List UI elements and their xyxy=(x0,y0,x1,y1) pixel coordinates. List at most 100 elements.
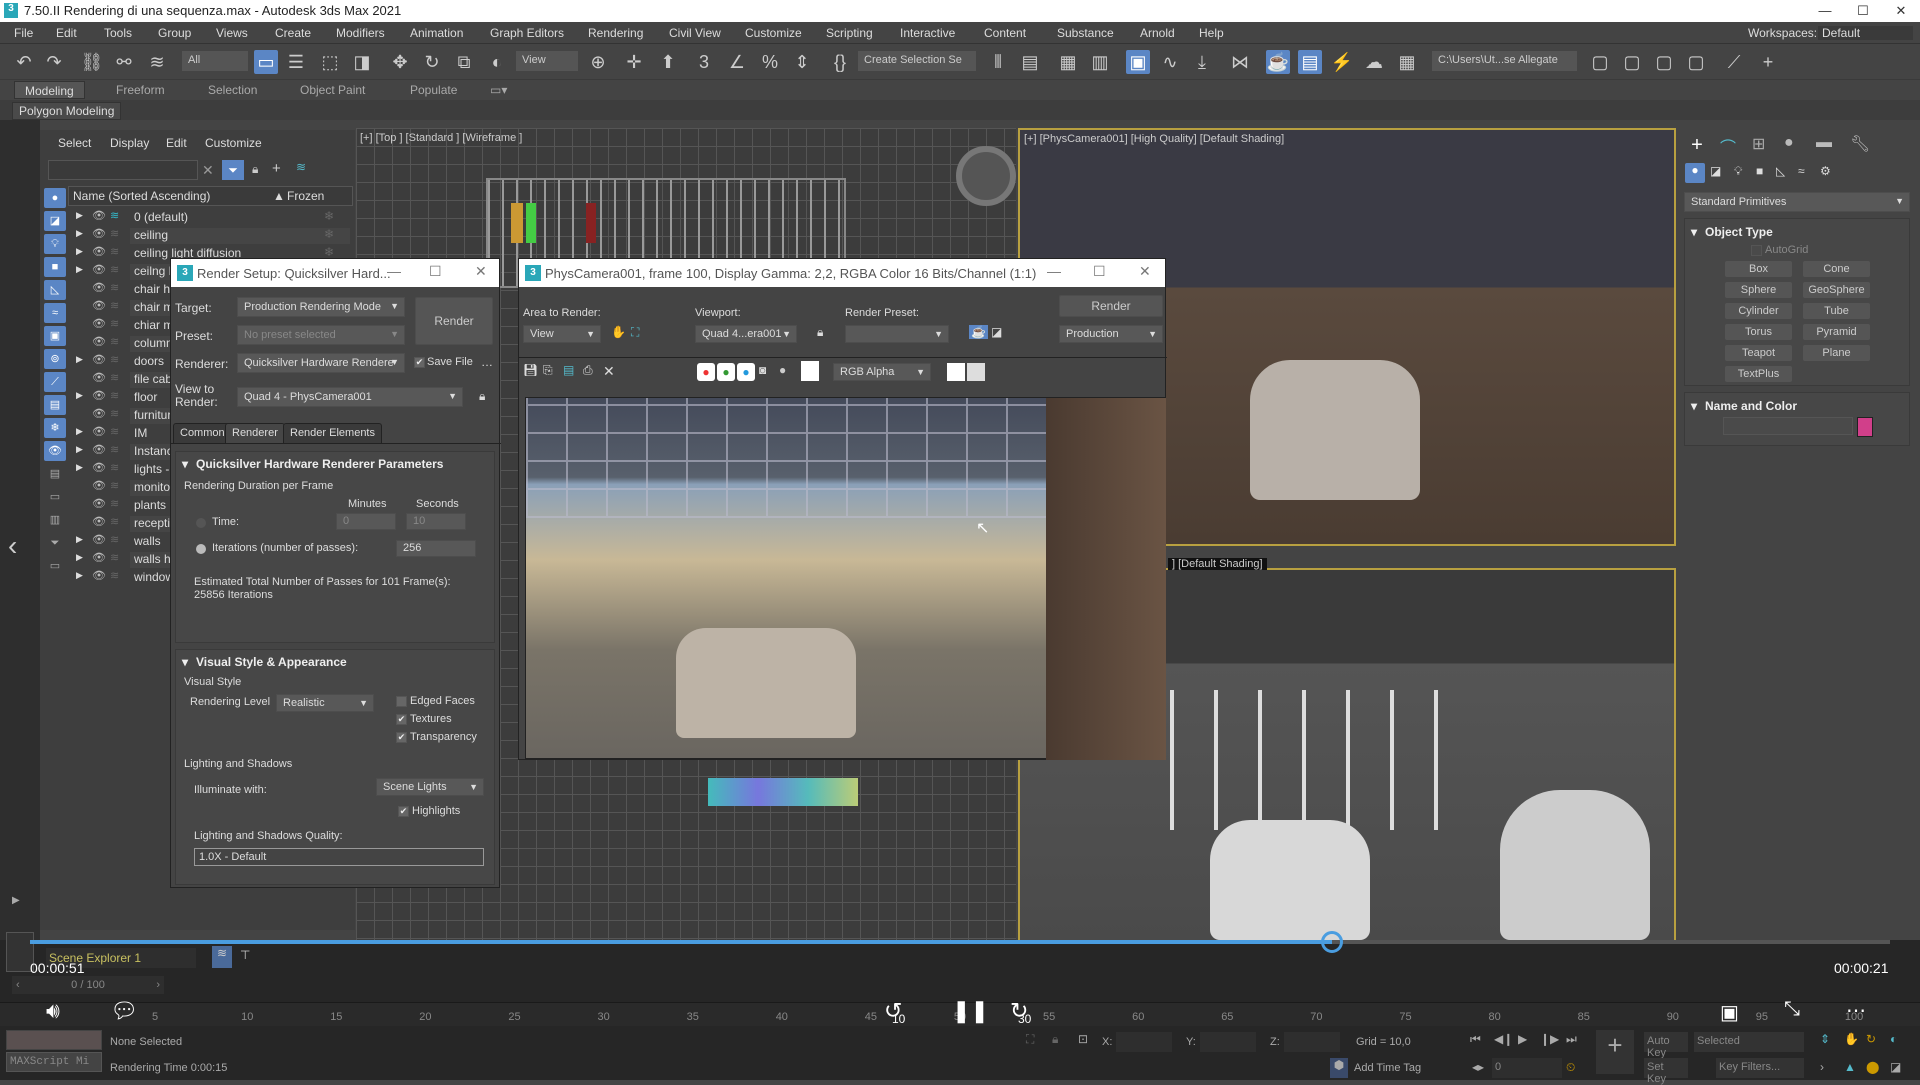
render-shortcuts-icon[interactable]: ▦ xyxy=(1395,50,1419,74)
orbit-icon[interactable]: ↻ xyxy=(1866,1032,1876,1046)
textures-checkbox[interactable]: ✔ xyxy=(396,714,407,725)
visibility-eye-icon[interactable]: 👁︎ xyxy=(92,425,106,438)
toggle-ui-icon[interactable] xyxy=(967,363,985,381)
redo-icon[interactable]: ↷ xyxy=(42,50,66,74)
visibility-eye-icon[interactable]: 👁︎ xyxy=(92,209,106,222)
display-cameras-icon[interactable]: ■ xyxy=(44,257,66,277)
link-icon[interactable]: ⛓ xyxy=(80,50,104,74)
layer-mode-icon[interactable]: ≋ xyxy=(212,946,232,968)
save-image-icon[interactable]: 💾︎ xyxy=(523,363,538,377)
blue-channel-toggle[interactable]: ● xyxy=(737,363,755,381)
expand-arrow-icon[interactable]: ▶ xyxy=(76,552,83,563)
helpers-category-icon[interactable]: ◺ xyxy=(1776,164,1785,178)
visibility-eye-icon[interactable]: 👁︎ xyxy=(92,299,106,312)
primitive-button-geosphere[interactable]: GeoSphere xyxy=(1803,282,1870,298)
scene-search-input[interactable] xyxy=(48,160,198,180)
primitive-button-textplus[interactable]: TextPlus xyxy=(1725,366,1792,382)
visibility-eye-icon[interactable]: 👁︎ xyxy=(92,551,106,564)
render-production-icon[interactable]: ⚡ xyxy=(1330,50,1354,74)
time-radio[interactable] xyxy=(196,518,206,528)
column-frozen[interactable]: Frozen xyxy=(287,189,324,203)
menu-help[interactable]: Help xyxy=(1199,26,1224,40)
maximize-button[interactable]: ☐ xyxy=(1093,263,1106,280)
display-bones-icon[interactable]: ⟋ xyxy=(44,372,66,392)
frozen-icon[interactable]: ❄ xyxy=(324,245,334,259)
expand-arrow-icon[interactable]: ▶ xyxy=(76,390,83,401)
curve-editor-icon[interactable]: ∿ xyxy=(1158,50,1182,74)
edged-faces-checkbox[interactable] xyxy=(396,696,407,707)
move-icon[interactable]: ✥ xyxy=(388,50,412,74)
project-folder-dropdown[interactable]: C:\Users\Ut...se Allegate xyxy=(1432,51,1577,71)
lock-icon[interactable]: 🔒︎ xyxy=(252,162,258,177)
ribbon-tab-populate[interactable]: Populate xyxy=(410,83,457,97)
go-to-end-icon[interactable]: ⏭ xyxy=(1566,1032,1577,1047)
expand-arrow-icon[interactable]: ▶ xyxy=(76,354,83,365)
ribbon-tab-selection[interactable]: Selection xyxy=(208,83,257,97)
rollout-toggle[interactable]: ▾ xyxy=(182,457,188,471)
select-object-icon[interactable]: ▭ xyxy=(254,50,278,74)
primitive-button-plane[interactable]: Plane xyxy=(1803,345,1870,361)
modify-tab-icon[interactable]: ⌒ xyxy=(1720,134,1736,158)
iterations-radio[interactable] xyxy=(196,544,206,554)
toggle-ui-overlay-icon[interactable] xyxy=(947,363,965,381)
menu-civil-view[interactable]: Civil View xyxy=(669,26,721,40)
named-selection-dropdown[interactable]: Create Selection Se xyxy=(858,51,976,71)
captions-icon[interactable]: 💬︎ xyxy=(110,998,138,1024)
visibility-eye-icon[interactable]: 👁︎ xyxy=(92,461,106,474)
params-title[interactable]: Quicksilver Hardware Renderer Parameters xyxy=(196,457,443,471)
visibility-eye-icon[interactable]: 👁︎ xyxy=(92,245,106,258)
alpha-channel-toggle[interactable]: ◙ xyxy=(759,363,766,377)
mirror-icon[interactable]: ⫴ xyxy=(986,50,1010,74)
edit-named-selection-icon[interactable]: {} xyxy=(828,50,852,74)
rectangular-selection-icon[interactable]: ⬚ xyxy=(318,50,342,74)
utilities-tab-icon[interactable]: 🔧︎ xyxy=(1850,134,1870,154)
maximize-viewport-icon[interactable]: ◪ xyxy=(1890,1060,1901,1074)
folder-icon[interactable]: ▭ xyxy=(44,556,66,576)
rollout-toggle[interactable]: ▾ xyxy=(182,655,188,669)
expand-arrow-icon[interactable]: ▶ xyxy=(76,246,83,257)
scale-icon[interactable]: ⧉ xyxy=(452,50,476,74)
shapes-category-icon[interactable]: ◪ xyxy=(1710,164,1721,178)
ribbon-tab-freeform[interactable]: Freeform xyxy=(116,83,165,97)
display-invert-icon[interactable]: ▥ xyxy=(44,510,66,530)
print-image-icon[interactable]: ⎙ xyxy=(583,363,593,378)
expand-arrow-icon[interactable]: ▶ xyxy=(76,426,83,437)
menu-modifiers[interactable]: Modifiers xyxy=(336,26,385,40)
display-geometry-icon[interactable]: ● xyxy=(44,188,66,208)
more-options-icon[interactable]: ⋯ xyxy=(1846,998,1866,1023)
clear-image-icon[interactable]: ✕ xyxy=(603,363,615,380)
close-button[interactable]: ✕ xyxy=(1139,263,1151,280)
dope-sheet-icon[interactable]: ⤓ xyxy=(1190,50,1214,74)
select-by-name-icon[interactable]: ☰ xyxy=(284,50,308,74)
close-button[interactable]: ✕ xyxy=(475,263,487,280)
spinner-snap-icon[interactable]: ⇕ xyxy=(790,50,814,74)
select-manipulate-icon[interactable]: ✛ xyxy=(622,50,646,74)
copy-image-icon[interactable]: ⎘ xyxy=(543,363,553,378)
visibility-eye-icon[interactable]: 👁︎ xyxy=(92,407,106,420)
exit-fullscreen-icon[interactable]: ⤡ xyxy=(1784,998,1800,1021)
previous-arrow-icon[interactable]: ‹ xyxy=(8,530,17,562)
frame-render-button[interactable]: Render xyxy=(1059,295,1163,317)
visibility-eye-icon[interactable]: 👁︎ xyxy=(92,335,106,348)
object-color-swatch[interactable] xyxy=(1857,417,1873,437)
visibility-eye-icon[interactable]: 👁︎ xyxy=(92,389,106,402)
object-type-title[interactable]: Object Type xyxy=(1705,225,1773,239)
primitive-button-teapot[interactable]: Teapot xyxy=(1725,345,1792,361)
target-dropdown[interactable]: Production Rendering Mode ▼ xyxy=(237,297,405,317)
quality-dropdown[interactable]: 1.0X - Default xyxy=(194,848,484,866)
window-crossing-icon[interactable]: ◨ xyxy=(350,50,374,74)
primitive-button-sphere[interactable]: Sphere xyxy=(1725,282,1792,298)
lock-viewport-icon[interactable]: 🔒︎ xyxy=(817,325,823,340)
x-coordinate-input[interactable] xyxy=(1116,1032,1172,1052)
cameras-category-icon[interactable]: ■ xyxy=(1756,164,1763,178)
renderer-dropdown[interactable]: Quicksilver Hardware Rendere ▼ xyxy=(237,353,405,373)
display-hidden-icon[interactable]: 👁︎ xyxy=(44,441,66,461)
save-file-checkbox[interactable]: ✔ xyxy=(414,357,425,368)
workspaces-dropdown[interactable]: Default xyxy=(1818,26,1913,40)
placement-icon[interactable]: ◐ xyxy=(485,50,509,74)
container-open-icon[interactable]: ▢ xyxy=(1620,50,1644,74)
mini-player-icon[interactable]: ▣ xyxy=(1720,1000,1739,1025)
hierarchy-tab-icon[interactable]: ⊞ xyxy=(1752,134,1765,154)
key-mode-toggle-icon[interactable]: ◂▸ xyxy=(1472,1060,1484,1074)
menu-interactive[interactable]: Interactive xyxy=(900,26,955,40)
